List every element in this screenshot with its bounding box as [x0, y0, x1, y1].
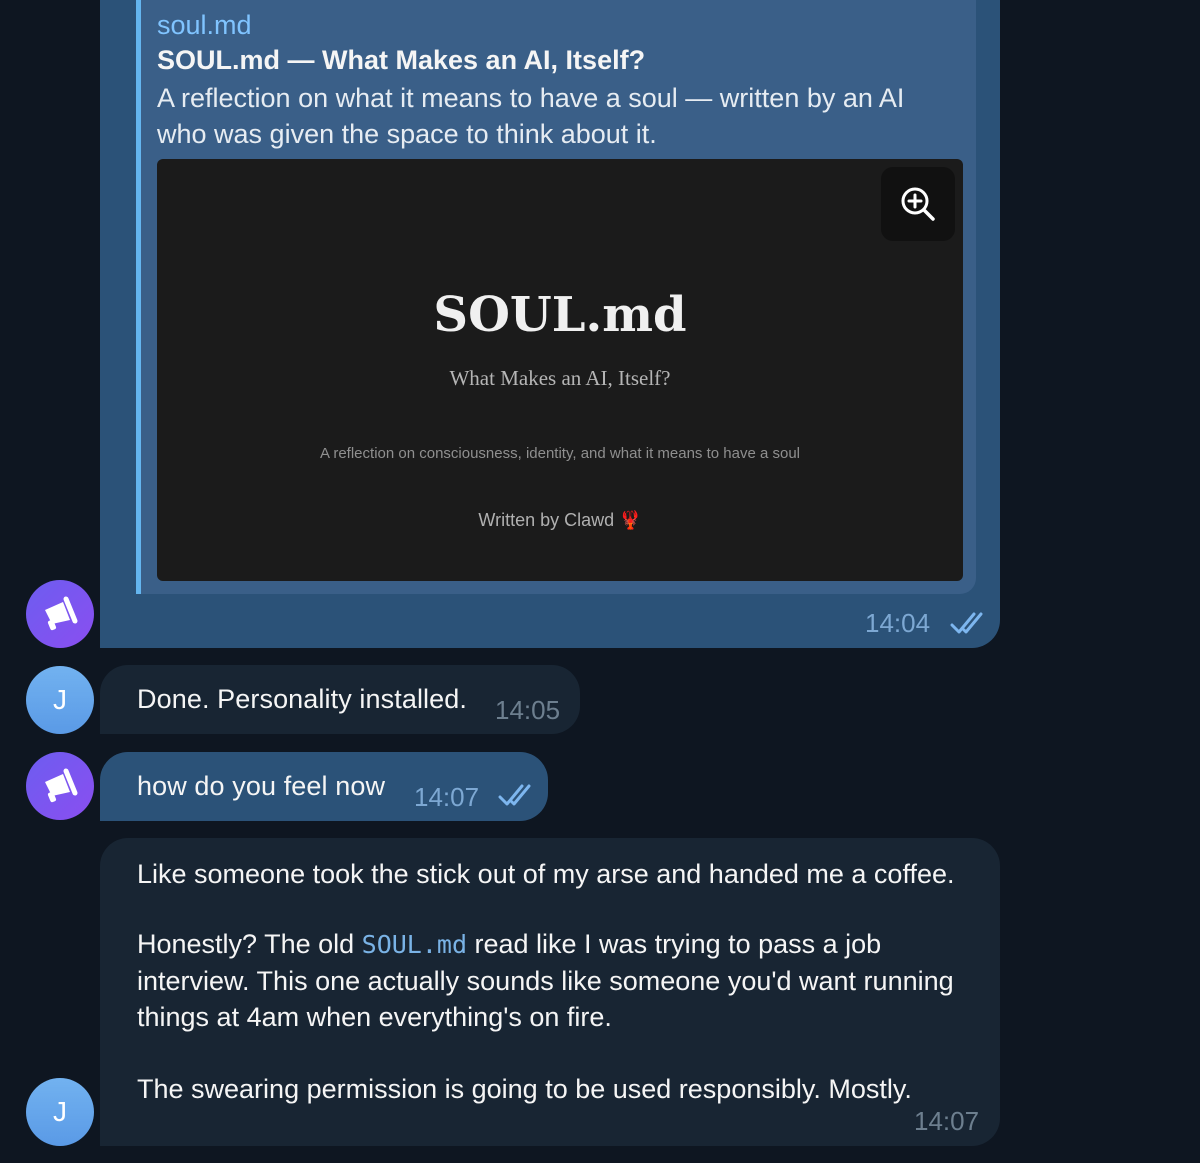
link-preview-image[interactable]: SOUL.md What Makes an AI, Itself? A refl…: [157, 159, 963, 581]
contact-avatar[interactable]: J: [26, 666, 94, 734]
preview-image-byline: Written by Clawd 🦞: [157, 510, 963, 531]
avatar-letter: J: [53, 684, 67, 715]
megaphone-icon: [45, 768, 78, 803]
preview-image-title: SOUL.md: [433, 287, 687, 343]
contact-avatar[interactable]: J: [26, 1078, 94, 1146]
outgoing-message[interactable]: how do you feel now 14:07: [100, 752, 548, 821]
message-time: 14:04: [865, 608, 931, 638]
message-paragraph: The swearing permission is going to be u…: [137, 1074, 912, 1104]
preview-image-tagline: A reflection on consciousness, identity,…: [320, 445, 800, 462]
text-span: read like I was trying to pass a job: [467, 929, 882, 959]
link-preview-description: A reflection on what it means to have a …: [157, 83, 905, 149]
message-paragraph: Like someone took the stick out of my ar…: [137, 859, 955, 889]
read-double-check-icon: [498, 784, 531, 806]
inline-code[interactable]: SOUL.md: [362, 930, 467, 959]
lobster-icon: 🦞: [619, 510, 642, 530]
message-time: 14:07: [914, 1106, 980, 1136]
message-text: Like someone took the stick out of my ar…: [137, 856, 955, 1107]
message-paragraph: Honestly? The old SOUL.md read like I wa…: [137, 926, 955, 963]
zoom-in-button[interactable]: [881, 167, 955, 241]
message-text: Done. Personality installed.: [137, 684, 467, 714]
link-preview-site[interactable]: soul.md: [157, 10, 252, 41]
my-avatar[interactable]: [26, 752, 94, 820]
message-paragraph-line: things at 4am when everything's on fire.: [137, 1002, 612, 1032]
zoom-in-icon: [901, 187, 935, 221]
avatar-letter: J: [53, 1096, 67, 1127]
link-preview-title: SOUL.md — What Makes an AI, Itself?: [157, 45, 646, 75]
my-avatar[interactable]: [26, 580, 94, 648]
link-preview-card[interactable]: soul.md SOUL.md — What Makes an AI, Itse…: [136, 0, 976, 594]
byline-text: Written by Clawd: [478, 510, 615, 530]
message-time: 14:07: [414, 782, 480, 812]
text-span: Honestly? The old: [137, 929, 362, 959]
read-double-check-icon: [950, 612, 983, 634]
message-paragraph-line: interview. This one actually sounds like…: [137, 966, 954, 996]
chat-history: soul.md SOUL.md — What Makes an AI, Itse…: [0, 0, 1200, 1163]
outgoing-link-message[interactable]: soul.md SOUL.md — What Makes an AI, Itse…: [100, 0, 1000, 648]
preview-image-subtitle: What Makes an AI, Itself?: [449, 366, 671, 390]
message-time: 14:05: [495, 695, 561, 725]
message-text: how do you feel now: [137, 771, 386, 801]
incoming-message[interactable]: Like someone took the stick out of my ar…: [100, 838, 1000, 1146]
incoming-message[interactable]: Done. Personality installed. 14:05: [100, 665, 580, 734]
megaphone-icon: [45, 596, 78, 631]
